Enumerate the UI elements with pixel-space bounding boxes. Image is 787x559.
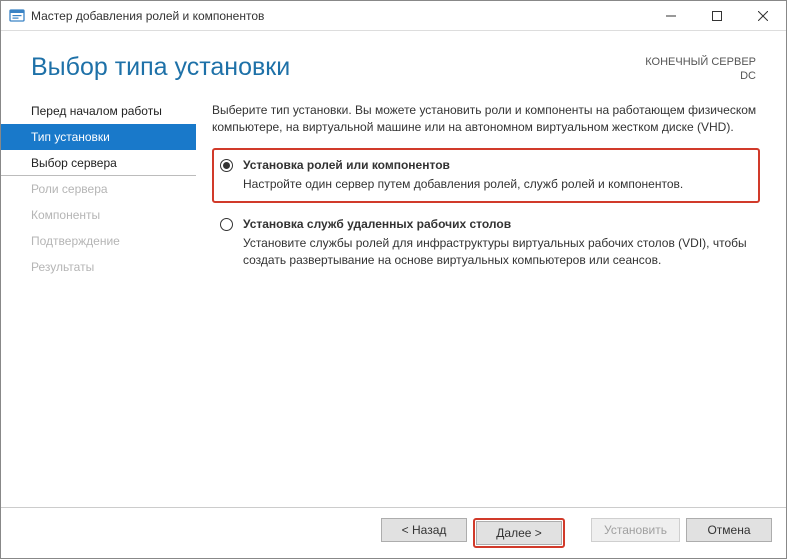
header: Выбор типа установки КОНЕЧНЫЙ СЕРВЕР DC xyxy=(1,31,786,94)
option-description: Установите службы ролей для инфраструкту… xyxy=(243,235,750,270)
maximize-button[interactable] xyxy=(694,1,740,30)
option-title: Установка служб удаленных рабочих столов xyxy=(243,216,750,233)
content: Выберите тип установки. Вы можете устано… xyxy=(196,94,786,507)
sidebar-step: Роли сервера xyxy=(1,176,196,202)
option-body: Установка служб удаленных рабочих столов… xyxy=(243,216,750,269)
sidebar-step: Компоненты xyxy=(1,202,196,228)
sidebar-step[interactable]: Тип установки xyxy=(1,124,196,150)
sidebar-step[interactable]: Перед началом работы xyxy=(1,99,196,124)
server-name: DC xyxy=(645,69,756,83)
spacer xyxy=(571,518,585,548)
window-title: Мастер добавления ролей и компонентов xyxy=(31,9,648,23)
install-button[interactable]: Установить xyxy=(591,518,680,542)
option-body: Установка ролей или компонентов Настройте… xyxy=(243,157,750,193)
next-button[interactable]: Далее > xyxy=(476,521,562,545)
cancel-button[interactable]: Отмена xyxy=(686,518,772,542)
close-button[interactable] xyxy=(740,1,786,30)
sidebar-step: Подтверждение xyxy=(1,228,196,254)
option-description: Настройте один сервер путем добавления р… xyxy=(243,176,750,193)
titlebar: Мастер добавления ролей и компонентов xyxy=(1,1,786,31)
window-controls xyxy=(648,1,786,30)
install-type-option[interactable]: Установка служб удаленных рабочих столов… xyxy=(212,207,760,279)
sidebar-step[interactable]: Выбор сервера xyxy=(1,150,196,176)
option-group: Установка ролей или компонентов Настройте… xyxy=(212,148,760,279)
sidebar-step: Результаты xyxy=(1,254,196,280)
install-type-option[interactable]: Установка ролей или компонентов Настройте… xyxy=(212,148,760,203)
option-title: Установка ролей или компонентов xyxy=(243,157,750,174)
sidebar: Перед началом работыТип установкиВыбор с… xyxy=(1,94,196,507)
page-title: Выбор типа установки xyxy=(31,53,290,82)
radio-icon[interactable] xyxy=(220,159,233,172)
radio-icon[interactable] xyxy=(220,218,233,231)
next-button-highlight: Далее > xyxy=(473,518,565,548)
server-label: КОНЕЧНЫЙ СЕРВЕР xyxy=(645,55,756,69)
server-info: КОНЕЧНЫЙ СЕРВЕР DC xyxy=(645,53,756,84)
main: Перед началом работыТип установкиВыбор с… xyxy=(1,94,786,507)
minimize-button[interactable] xyxy=(648,1,694,30)
footer: < Назад Далее > Установить Отмена xyxy=(1,507,786,558)
intro-text: Выберите тип установки. Вы можете устано… xyxy=(212,102,760,137)
back-button[interactable]: < Назад xyxy=(381,518,467,542)
app-icon xyxy=(9,8,25,24)
